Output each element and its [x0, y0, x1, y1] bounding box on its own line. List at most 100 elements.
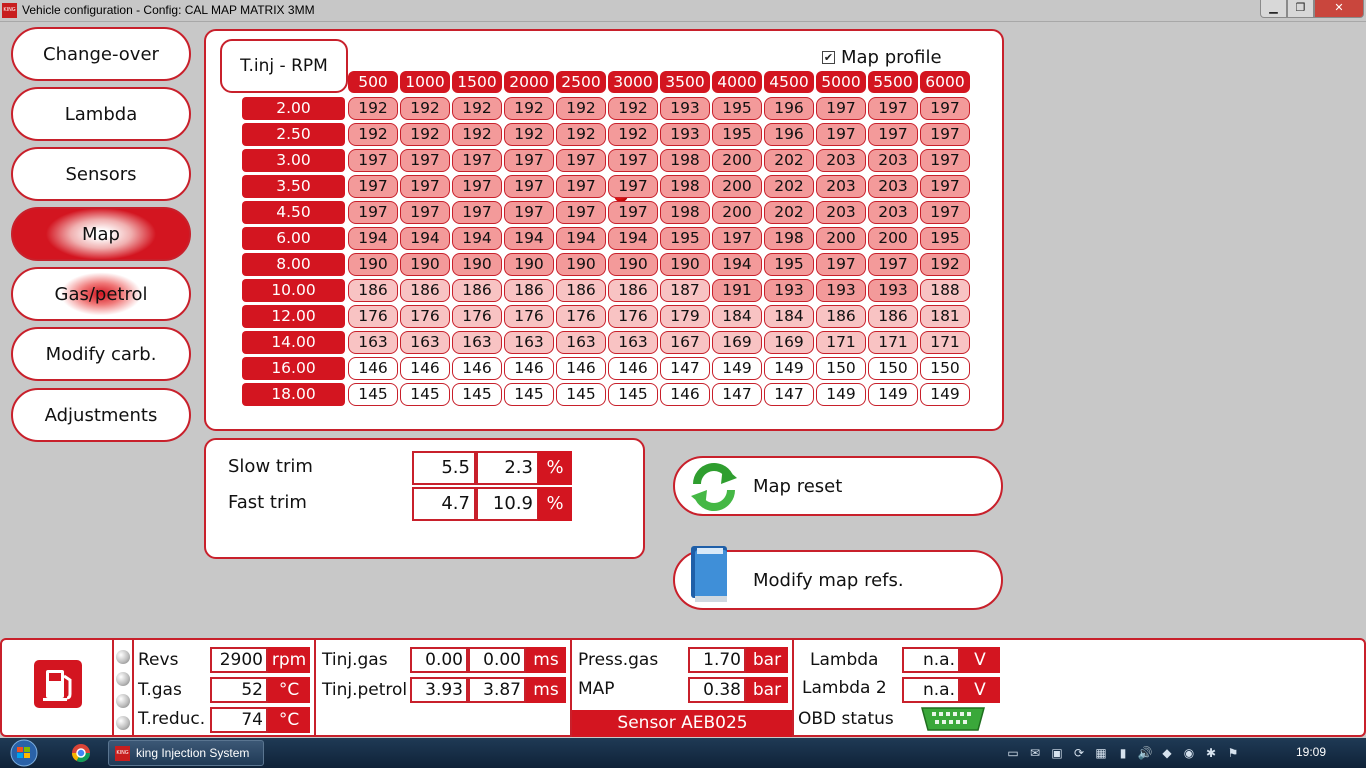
map-cell[interactable]: 197 [920, 123, 970, 146]
map-cell[interactable]: 176 [608, 305, 658, 328]
map-cell[interactable]: 197 [816, 123, 866, 146]
map-cell[interactable]: 192 [920, 253, 970, 276]
taskbar-app-button[interactable]: KING king Injection System [108, 740, 264, 766]
maximize-button[interactable]: ❐ [1287, 0, 1314, 18]
map-cell[interactable]: 193 [764, 279, 814, 302]
map-cell[interactable]: 149 [868, 383, 918, 406]
map-cell[interactable]: 195 [712, 123, 762, 146]
map-cell[interactable]: 197 [400, 201, 450, 224]
map-cell[interactable]: 171 [920, 331, 970, 354]
start-button-icon[interactable] [6, 739, 42, 767]
map-cell[interactable]: 176 [400, 305, 450, 328]
map-cell[interactable]: 194 [556, 227, 606, 250]
map-cell[interactable]: 196 [764, 123, 814, 146]
map-cell[interactable]: 197 [868, 97, 918, 120]
map-cell[interactable]: 192 [348, 97, 398, 120]
map-cell[interactable]: 184 [764, 305, 814, 328]
map-cell[interactable]: 149 [816, 383, 866, 406]
map-cell[interactable]: 146 [400, 357, 450, 380]
map-cell[interactable]: 197 [608, 149, 658, 172]
map-cell[interactable]: 163 [348, 331, 398, 354]
map-cell[interactable]: 176 [556, 305, 606, 328]
map-cell[interactable]: 186 [452, 279, 502, 302]
map-cell[interactable]: 192 [348, 123, 398, 146]
map-cell[interactable]: 197 [712, 227, 762, 250]
map-cell[interactable]: 163 [452, 331, 502, 354]
map-cell[interactable]: 192 [400, 97, 450, 120]
map-cell[interactable]: 169 [712, 331, 762, 354]
map-cell[interactable]: 163 [400, 331, 450, 354]
map-cell[interactable]: 147 [660, 357, 710, 380]
map-cell[interactable]: 163 [608, 331, 658, 354]
map-cell[interactable]: 146 [348, 357, 398, 380]
map-cell[interactable]: 176 [348, 305, 398, 328]
map-cell[interactable]: 202 [764, 175, 814, 198]
tray-icon[interactable]: ✉ [1027, 745, 1043, 761]
map-cell[interactable]: 197 [608, 201, 658, 224]
map-cell[interactable]: 203 [816, 149, 866, 172]
map-cell[interactable]: 196 [764, 97, 814, 120]
map-cell[interactable]: 200 [868, 227, 918, 250]
tray-icon[interactable]: ✱ [1203, 745, 1219, 761]
map-cell[interactable]: 202 [764, 201, 814, 224]
map-cell[interactable]: 186 [608, 279, 658, 302]
map-cell[interactable]: 192 [504, 97, 554, 120]
map-cell[interactable]: 195 [764, 253, 814, 276]
map-cell[interactable]: 197 [348, 201, 398, 224]
map-cell[interactable]: 146 [452, 357, 502, 380]
tray-icon[interactable]: ▮ [1115, 745, 1131, 761]
map-cell[interactable]: 197 [452, 201, 502, 224]
map-cell[interactable]: 194 [452, 227, 502, 250]
map-cell[interactable]: 197 [504, 201, 554, 224]
map-cell[interactable]: 194 [504, 227, 554, 250]
map-cell[interactable]: 147 [712, 383, 762, 406]
map-cell[interactable]: 194 [608, 227, 658, 250]
map-cell[interactable]: 186 [556, 279, 606, 302]
map-cell[interactable]: 192 [556, 123, 606, 146]
map-cell[interactable]: 197 [452, 149, 502, 172]
map-cell[interactable]: 150 [920, 357, 970, 380]
map-cell[interactable]: 146 [556, 357, 606, 380]
map-cell[interactable]: 188 [920, 279, 970, 302]
map-cell[interactable]: 176 [452, 305, 502, 328]
map-cell[interactable]: 203 [868, 175, 918, 198]
tray-icon[interactable]: ◆ [1159, 745, 1175, 761]
map-cell[interactable]: 194 [712, 253, 762, 276]
map-cell[interactable]: 192 [400, 123, 450, 146]
minimize-button[interactable]: ▁ [1260, 0, 1287, 18]
map-cell[interactable]: 145 [504, 383, 554, 406]
menu-item-sensors[interactable]: Sensors [11, 147, 191, 201]
map-cell[interactable]: 190 [400, 253, 450, 276]
map-cell[interactable]: 150 [816, 357, 866, 380]
map-cell[interactable]: 197 [920, 149, 970, 172]
map-cell[interactable]: 169 [764, 331, 814, 354]
map-cell[interactable]: 197 [920, 201, 970, 224]
menu-item-lambda[interactable]: Lambda [11, 87, 191, 141]
map-cell[interactable]: 200 [712, 175, 762, 198]
map-cell[interactable]: 147 [764, 383, 814, 406]
map-cell[interactable]: 186 [400, 279, 450, 302]
map-cell[interactable]: 192 [556, 97, 606, 120]
map-cell[interactable]: 203 [868, 149, 918, 172]
map-cell[interactable]: 145 [348, 383, 398, 406]
menu-item-modify-carb[interactable]: Modify carb. [11, 327, 191, 381]
map-cell[interactable]: 181 [920, 305, 970, 328]
map-cell[interactable]: 198 [660, 175, 710, 198]
map-cell[interactable]: 179 [660, 305, 710, 328]
map-cell[interactable]: 150 [868, 357, 918, 380]
map-cell[interactable]: 167 [660, 331, 710, 354]
map-cell[interactable]: 197 [556, 201, 606, 224]
map-cell[interactable]: 192 [452, 123, 502, 146]
map-cell[interactable]: 190 [348, 253, 398, 276]
map-cell[interactable]: 145 [452, 383, 502, 406]
map-cell[interactable]: 186 [816, 305, 866, 328]
map-cell[interactable]: 195 [660, 227, 710, 250]
map-cell[interactable]: 197 [816, 97, 866, 120]
map-cell[interactable]: 197 [556, 175, 606, 198]
tray-icon[interactable]: ▭ [1005, 745, 1021, 761]
map-cell[interactable]: 197 [452, 175, 502, 198]
map-cell[interactable]: 193 [660, 97, 710, 120]
map-cell[interactable]: 190 [556, 253, 606, 276]
map-cell[interactable]: 190 [452, 253, 502, 276]
map-cell[interactable]: 192 [452, 97, 502, 120]
